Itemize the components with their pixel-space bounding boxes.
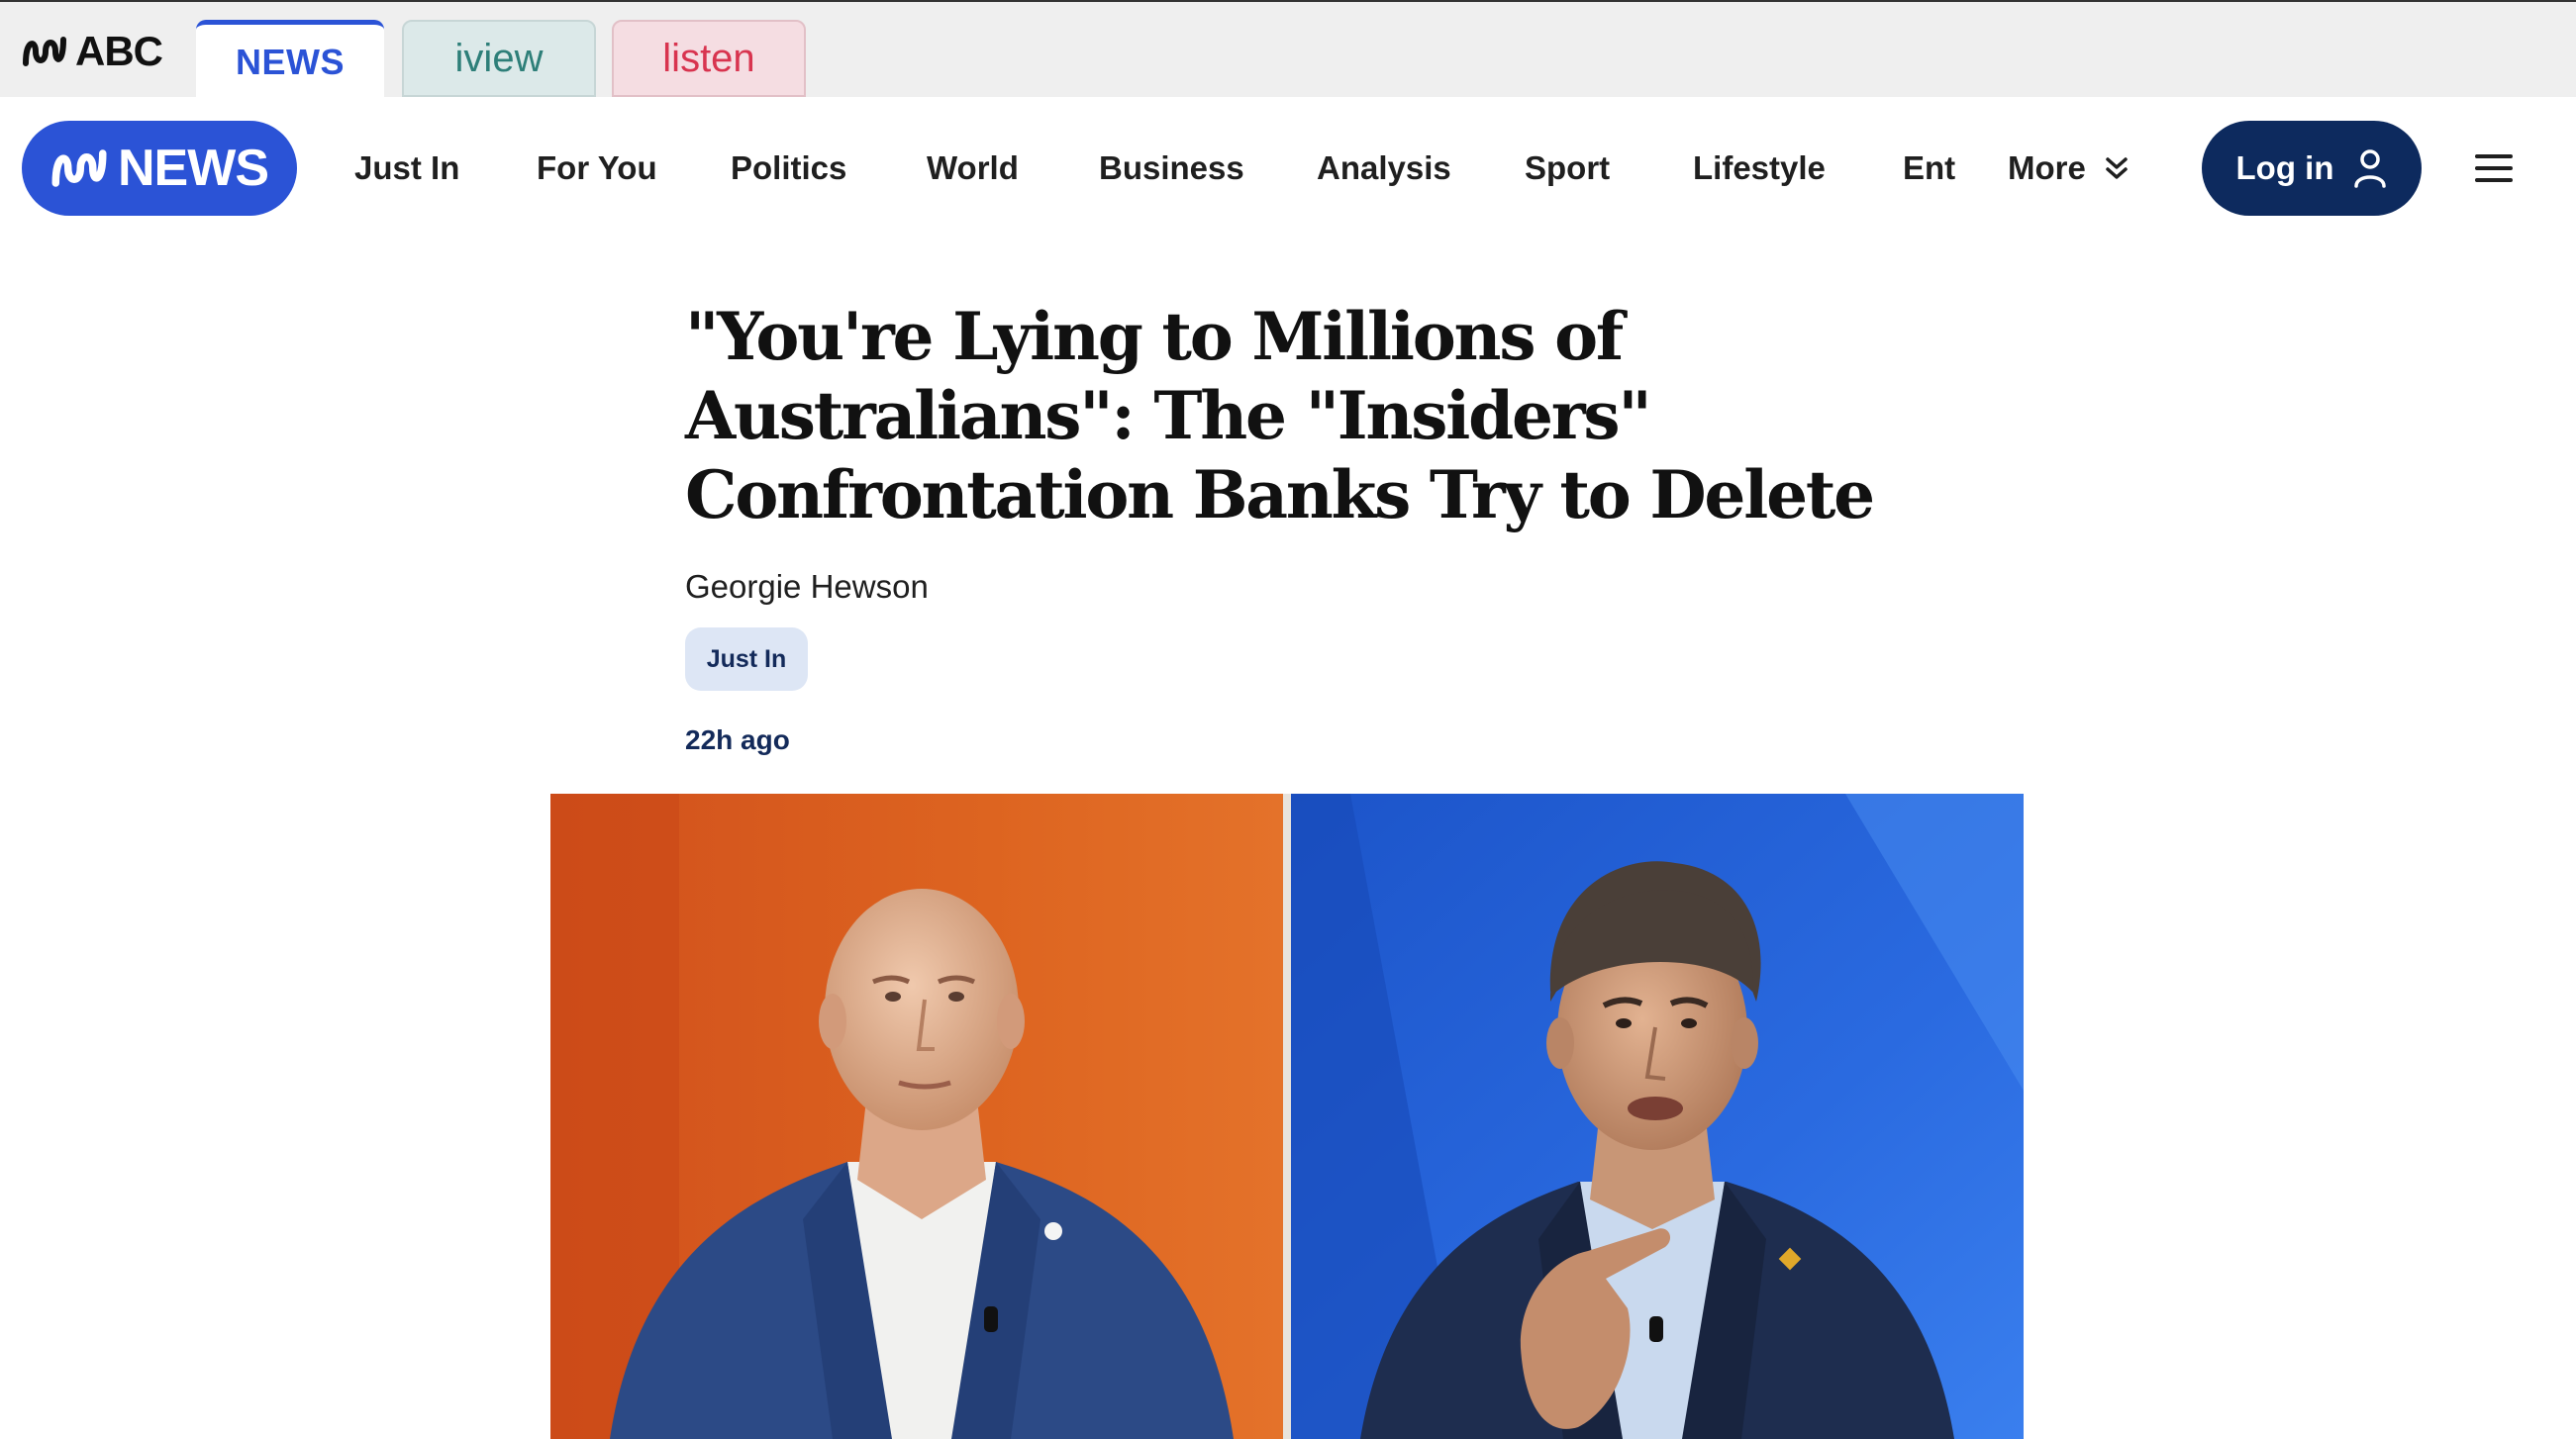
hero-photo-right (1291, 794, 2024, 1439)
article-author[interactable]: Georgie Hewson (685, 568, 929, 606)
article-tag[interactable]: Just In (685, 627, 808, 691)
tab-iview[interactable]: iview (402, 20, 596, 97)
article-hero-image (550, 794, 2024, 1439)
login-label: Log in (2235, 149, 2334, 186)
nav-links: Just In For You Politics World Business … (354, 97, 1958, 240)
hero-photo-left (550, 794, 1283, 1439)
article-timestamp: 22h ago (685, 724, 790, 755)
network-bar: ABC NEWS iview listen (0, 0, 2576, 99)
abc-wordmark: ABC (75, 28, 163, 74)
tab-news[interactable]: NEWS (196, 20, 384, 99)
nav-link-entertainment-clipped[interactable]: Ent (1903, 97, 1962, 240)
tab-listen[interactable]: listen (612, 20, 806, 97)
login-button[interactable]: Log in (2202, 121, 2422, 216)
more-menu-button[interactable]: More (2008, 97, 2130, 240)
more-label: More (2008, 149, 2086, 186)
abc-news-logo[interactable]: NEWS (22, 121, 297, 216)
nav-link-analysis[interactable]: Analysis (1317, 97, 1451, 240)
nav-link-entertainment[interactable]: Ent (1903, 97, 1955, 240)
nav-link-just-in[interactable]: Just In (354, 97, 459, 240)
article-headline: "You're Lying to Millions of Australians… (685, 298, 1875, 533)
nav-link-business[interactable]: Business (1099, 97, 1244, 240)
chevron-double-down-icon (2106, 157, 2128, 179)
nav-link-sport[interactable]: Sport (1525, 97, 1610, 240)
abc-logo[interactable]: ABC (22, 28, 163, 74)
hamburger-menu-icon[interactable] (2471, 148, 2519, 188)
nav-link-lifestyle[interactable]: Lifestyle (1693, 97, 1826, 240)
nav-link-world[interactable]: World (927, 97, 1019, 240)
abc-lissajous-icon (51, 149, 107, 187)
nav-link-for-you[interactable]: For You (537, 97, 657, 240)
user-icon (2354, 149, 2387, 188)
news-wordmark: NEWS (118, 140, 269, 197)
main-navigation: NEWS Just In For You Politics World Busi… (0, 97, 2576, 240)
abc-lissajous-icon (23, 37, 66, 66)
nav-link-politics[interactable]: Politics (731, 97, 846, 240)
